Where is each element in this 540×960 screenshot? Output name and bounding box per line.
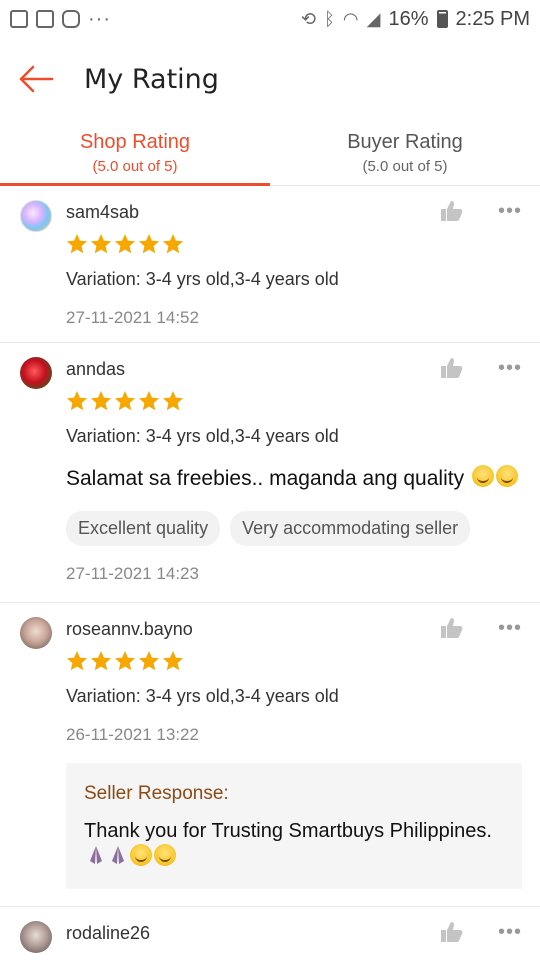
emoji-group (470, 465, 519, 493)
shop-icon (36, 10, 54, 28)
app-header: My Rating (0, 38, 540, 120)
seller-response-title: Seller Response: (84, 783, 229, 804)
review-variation: Variation: 3-4 yrs old,3-4 years old (66, 686, 339, 706)
star-icon (163, 651, 183, 671)
page-title: My Rating (84, 63, 219, 95)
star-rating (66, 650, 522, 672)
praying-hands-emoji-icon (112, 846, 124, 864)
wifi-icon: ◠ (342, 8, 359, 29)
star-rating (66, 390, 522, 412)
seller-response-message: Thank you for Trusting Smartbuys Philipp… (84, 820, 492, 842)
thumbs-up-icon[interactable] (440, 921, 464, 943)
rating-tabs: Shop Rating (5.0 out of 5) Buyer Rating … (0, 120, 540, 186)
star-icon (91, 234, 111, 254)
review-item: sam4sab ••• Variation: 3-4 yrs old,3-4 y… (0, 186, 540, 343)
star-icon (67, 391, 87, 411)
praying-hands-emoji-icon (90, 846, 102, 864)
tab-score: (5.0 out of 5) (362, 157, 448, 175)
star-icon (115, 391, 135, 411)
review-variation: Variation: 3-4 yrs old,3-4 years old (66, 426, 339, 446)
instagram-icon (62, 10, 80, 28)
tab-score: (5.0 out of 5) (92, 157, 178, 175)
avatar[interactable] (20, 921, 52, 953)
star-icon (139, 391, 159, 411)
review-item: rodaline26 ••• (0, 907, 540, 960)
gallery-icon (10, 10, 28, 28)
star-icon (139, 234, 159, 254)
star-icon (67, 234, 87, 254)
review-timestamp: 26-11-2021 13:22 (66, 725, 199, 744)
status-bar: ··· ⟲ ᛒ ◠ ◢ 16% 2:25 PM (0, 0, 540, 38)
review-comment-text: Salamat sa freebies.. maganda ang qualit… (66, 467, 465, 490)
star-icon (67, 651, 87, 671)
review-actions: ••• (440, 921, 522, 943)
more-options-icon[interactable]: ••• (498, 201, 522, 221)
review-actions: ••• (440, 357, 522, 379)
smiling-face-emoji-icon (130, 844, 152, 866)
star-icon (91, 651, 111, 671)
smiling-face-emoji-icon (154, 844, 176, 866)
review-tag[interactable]: Very accommodating seller (230, 511, 471, 546)
review-item: anndas ••• Variation: 3-4 yrs old,3-4 ye… (0, 343, 540, 603)
star-icon (115, 651, 135, 671)
relieved-face-emoji-icon (496, 465, 519, 487)
thumbs-up-icon[interactable] (440, 357, 464, 379)
review-tags: Excellent quality Very accommodating sel… (66, 511, 522, 546)
relieved-face-emoji-icon (472, 465, 495, 487)
tab-buyer-rating[interactable]: Buyer Rating (5.0 out of 5) (270, 120, 540, 185)
review-comment: Salamat sa freebies.. maganda ang qualit… (66, 465, 522, 493)
arrow-left-icon (19, 65, 54, 93)
sync-icon: ⟲ (301, 8, 317, 29)
star-rating (66, 233, 522, 255)
avatar[interactable] (20, 357, 52, 389)
star-icon (163, 391, 183, 411)
review-timestamp: 27-11-2021 14:23 (66, 564, 199, 583)
bluetooth-icon: ᛒ (324, 8, 335, 29)
back-button[interactable] (16, 59, 56, 99)
star-icon (91, 391, 111, 411)
avatar[interactable] (20, 200, 52, 232)
star-icon (115, 234, 135, 254)
more-options-icon[interactable]: ••• (498, 358, 522, 378)
star-icon (163, 234, 183, 254)
star-icon (139, 651, 159, 671)
seller-response-text: Thank you for Trusting Smartbuys Philipp… (84, 819, 504, 869)
battery-icon (436, 10, 448, 28)
clock: 2:25 PM (455, 7, 530, 30)
seller-response: Seller Response: Thank you for Trusting … (66, 763, 522, 889)
review-actions: ••• (440, 617, 522, 639)
avatar[interactable] (20, 617, 52, 649)
battery-percent: 16% (388, 7, 429, 30)
review-tag[interactable]: Excellent quality (66, 511, 221, 546)
more-options-icon[interactable]: ••• (498, 922, 522, 942)
tab-shop-rating[interactable]: Shop Rating (5.0 out of 5) (0, 120, 270, 186)
review-timestamp: 27-11-2021 14:52 (66, 308, 199, 327)
more-options-icon[interactable]: ••• (498, 618, 522, 638)
thumbs-up-icon[interactable] (440, 200, 464, 222)
review-item: roseannv.bayno ••• Variation: 3-4 yrs ol… (0, 603, 540, 907)
tab-label: Shop Rating (79, 130, 191, 153)
tab-label: Buyer Rating (347, 130, 463, 153)
signal-icon: ◢ (366, 8, 381, 29)
review-variation: Variation: 3-4 yrs old,3-4 years old (66, 269, 339, 289)
notification-more-icon: ··· (88, 7, 111, 30)
review-actions: ••• (440, 200, 522, 222)
thumbs-up-icon[interactable] (440, 617, 464, 639)
